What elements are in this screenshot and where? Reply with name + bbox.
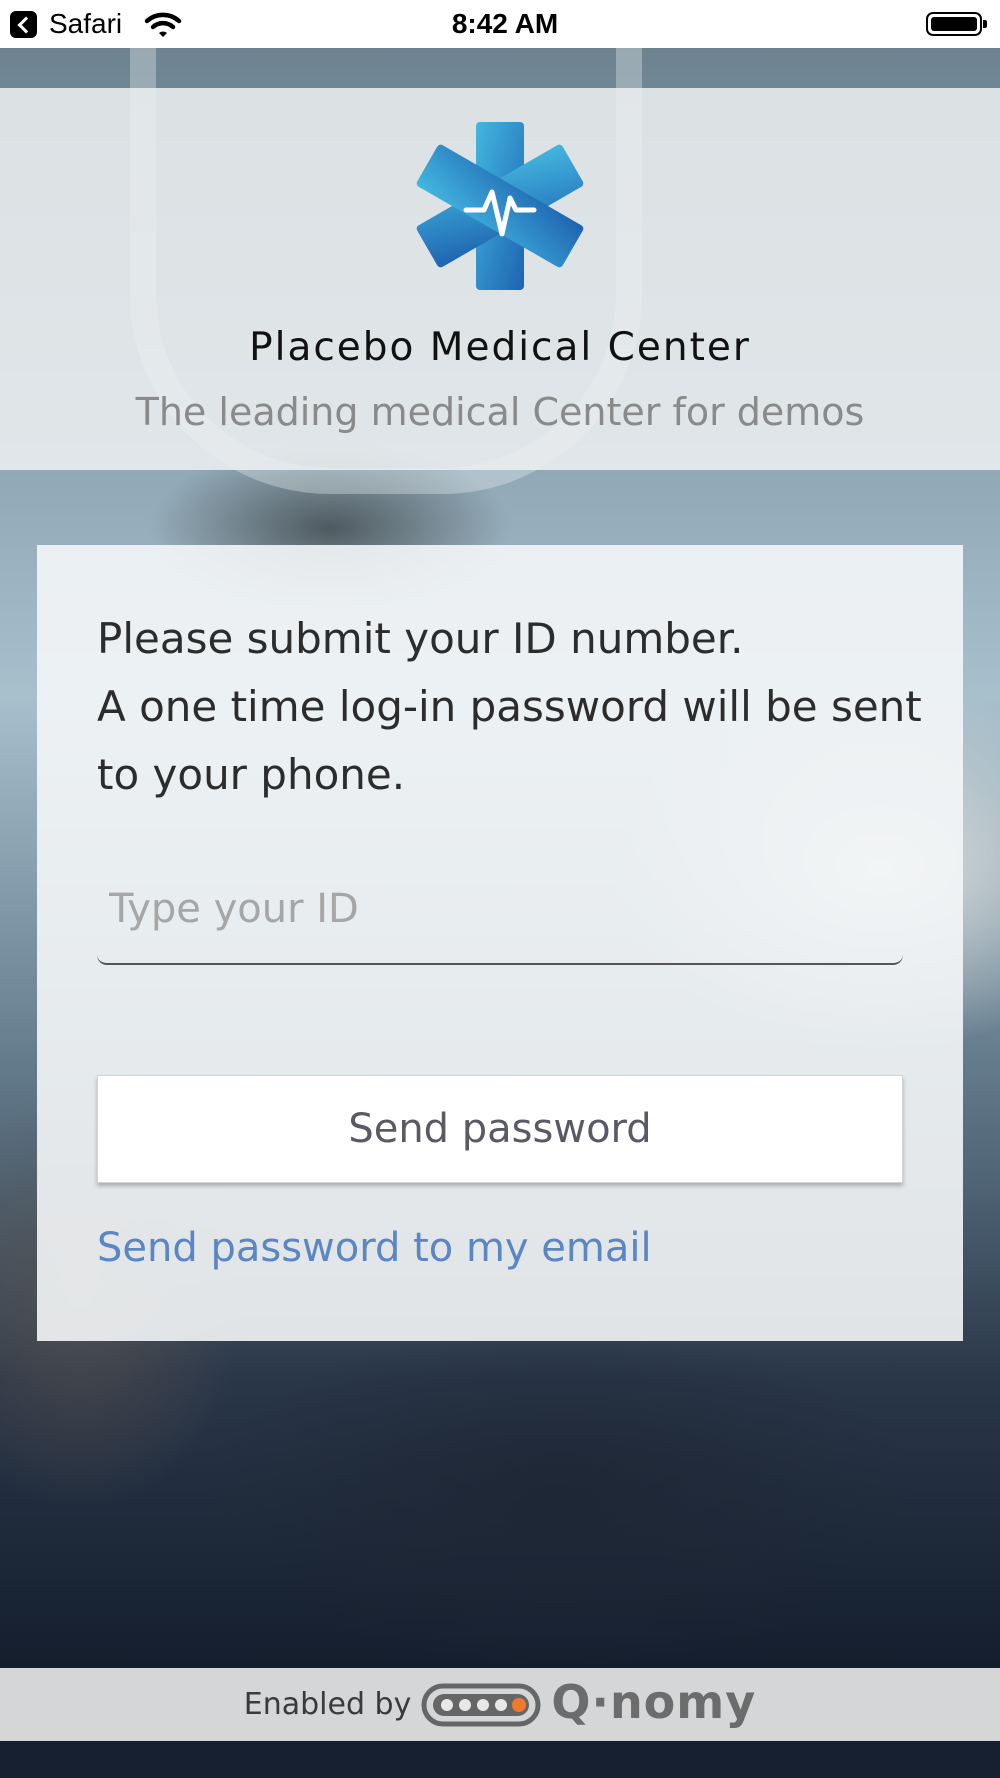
footer: Enabled by Q·nomy — [0, 1668, 1000, 1741]
instructions-text: Please submit your ID number. A one time… — [97, 605, 922, 809]
id-field[interactable] — [97, 855, 903, 965]
qnomy-brand-text: Q·nomy — [551, 1674, 757, 1729]
bottom-strip — [0, 1741, 1000, 1778]
instruction-line: to your phone. — [97, 750, 406, 799]
status-bar: Safari 8:42 AM — [0, 0, 1000, 48]
instruction-line: A one time log-in password will be sent — [97, 682, 922, 731]
page-title: Placebo Medical Center — [249, 325, 751, 370]
id-input[interactable] — [97, 855, 903, 963]
medical-logo-icon — [416, 122, 584, 290]
send-password-email-link[interactable]: Send password to my email — [97, 1225, 652, 1271]
instruction-line: Please submit your ID number. — [97, 614, 744, 663]
page-subtitle: The leading medical Center for demos — [135, 390, 865, 434]
qnomy-logo-icon — [421, 1683, 541, 1726]
send-password-button[interactable]: Send password — [97, 1075, 903, 1183]
battery-icon — [926, 12, 987, 36]
clock: 8:42 AM — [451, 8, 559, 39]
enabled-by-label: Enabled by — [243, 1687, 412, 1722]
header: Placebo Medical Center The leading medic… — [0, 88, 1000, 470]
login-card: Please submit your ID number. A one time… — [37, 545, 963, 1341]
